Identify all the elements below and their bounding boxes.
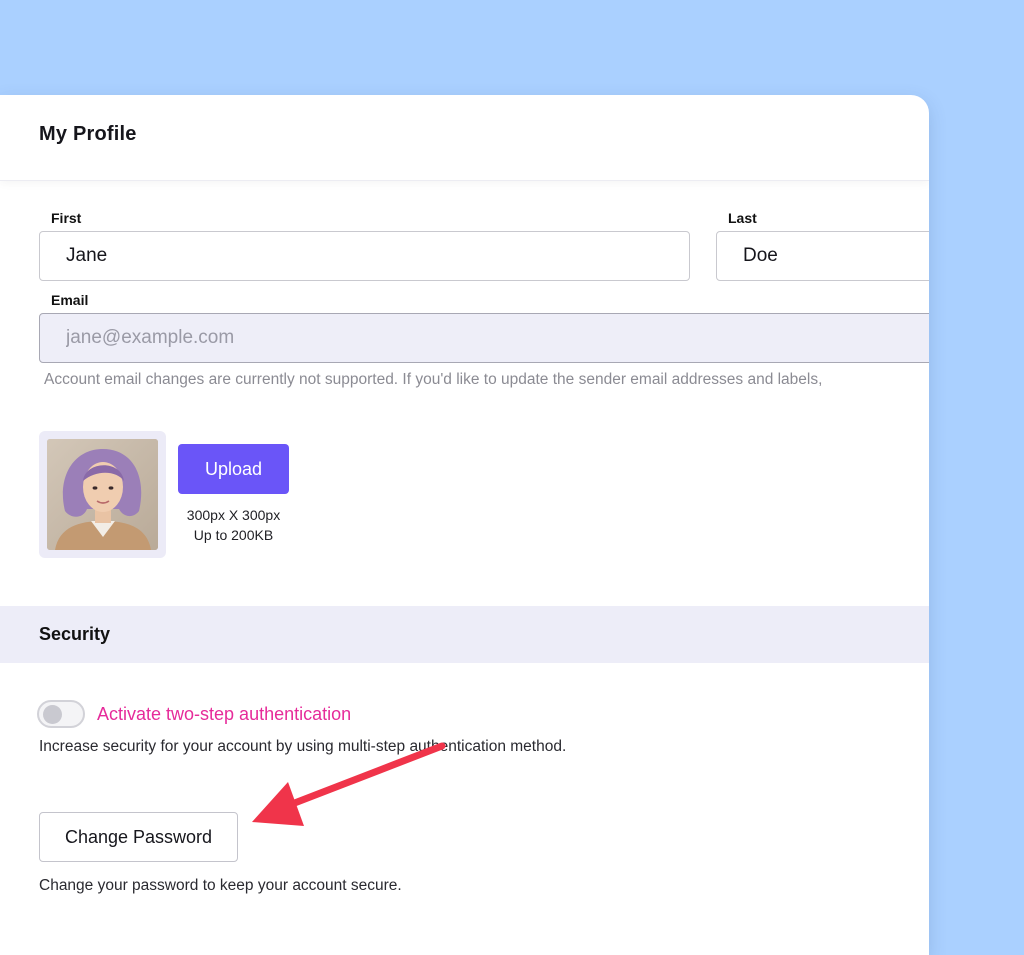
change-password-description: Change your password to keep your accoun… xyxy=(39,877,402,894)
two-step-label[interactable]: Activate two-step authentication xyxy=(97,704,351,725)
avatar-frame xyxy=(39,431,166,558)
two-step-description: Increase security for your account by us… xyxy=(39,738,567,755)
email-hint: Account email changes are currently not … xyxy=(44,371,823,388)
security-section-header: Security xyxy=(0,606,929,663)
profile-panel: My Profile First Last Email Account emai… xyxy=(0,95,929,955)
security-title: Security xyxy=(39,624,111,644)
first-name-label: First xyxy=(51,210,82,226)
change-password-button[interactable]: Change Password xyxy=(39,812,238,862)
page-title: My Profile xyxy=(39,123,137,145)
toggle-knob xyxy=(43,705,62,724)
upload-weight-spec: Up to 200KB xyxy=(193,527,274,543)
avatar xyxy=(47,439,158,550)
last-name-field[interactable] xyxy=(716,231,929,281)
email-label: Email xyxy=(51,292,89,308)
two-step-toggle[interactable] xyxy=(37,700,85,728)
upload-button[interactable]: Upload xyxy=(178,444,289,494)
panel-header: My Profile xyxy=(0,95,929,181)
first-name-field[interactable] xyxy=(39,231,690,281)
upload-size-spec: 300px X 300px xyxy=(186,507,281,523)
last-name-label: Last xyxy=(728,210,757,226)
email-field[interactable] xyxy=(39,313,929,363)
